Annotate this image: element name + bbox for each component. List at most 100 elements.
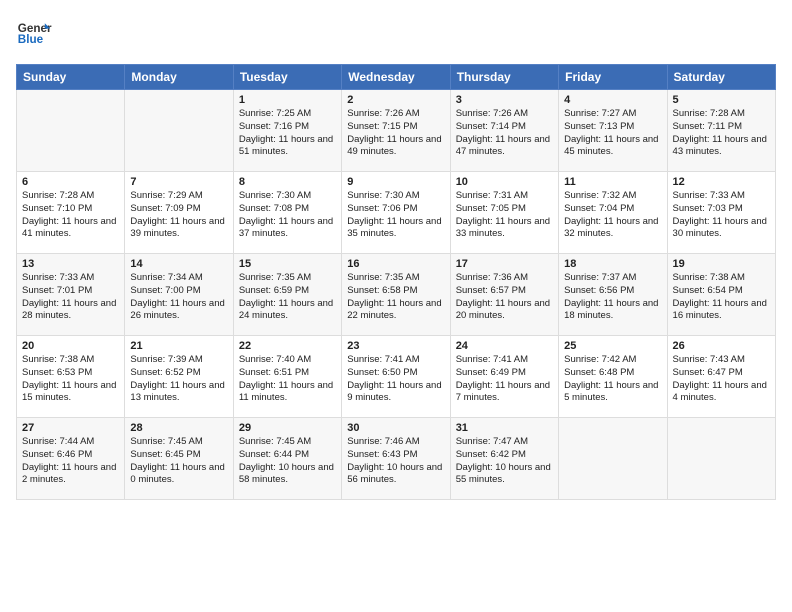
day-info: Sunrise: 7:29 AM Sunset: 7:09 PM Dayligh… xyxy=(130,190,227,241)
calendar-cell: 14Sunrise: 7:34 AM Sunset: 7:00 PM Dayli… xyxy=(125,254,233,336)
day-info: Sunrise: 7:33 AM Sunset: 7:01 PM Dayligh… xyxy=(22,272,119,323)
day-info: Sunrise: 7:39 AM Sunset: 6:52 PM Dayligh… xyxy=(130,354,227,405)
day-info: Sunrise: 7:35 AM Sunset: 6:59 PM Dayligh… xyxy=(239,272,336,323)
day-info: Sunrise: 7:26 AM Sunset: 7:15 PM Dayligh… xyxy=(347,108,444,159)
day-number: 17 xyxy=(456,258,553,270)
day-info: Sunrise: 7:31 AM Sunset: 7:05 PM Dayligh… xyxy=(456,190,553,241)
day-number: 28 xyxy=(130,422,227,434)
day-number: 4 xyxy=(564,94,661,106)
day-number: 19 xyxy=(673,258,770,270)
calendar-table: SundayMondayTuesdayWednesdayThursdayFrid… xyxy=(16,64,776,500)
day-info: Sunrise: 7:38 AM Sunset: 6:53 PM Dayligh… xyxy=(22,354,119,405)
calendar-cell xyxy=(17,90,125,172)
day-number: 21 xyxy=(130,340,227,352)
day-info: Sunrise: 7:35 AM Sunset: 6:58 PM Dayligh… xyxy=(347,272,444,323)
calendar-cell: 19 Sunrise: 7:38 AM Sunset: 6:54 PM Dayli… xyxy=(667,254,775,336)
day-number: 8 xyxy=(239,176,336,188)
day-number: 23 xyxy=(347,340,444,352)
day-info: Sunrise: 7:30 AM Sunset: 7:08 PM Dayligh… xyxy=(239,190,336,241)
calendar-week-row: 1 Sunrise: 7:25 AM Sunset: 7:16 PM Daylig… xyxy=(17,90,776,172)
calendar-cell: 13 Sunrise: 7:33 AM Sunset: 7:01 PM Dayli… xyxy=(17,254,125,336)
day-number: 15 xyxy=(239,258,336,270)
weekday-header: Saturday xyxy=(667,65,775,90)
calendar-cell: 6Sunrise: 7:28 AM Sunset: 7:10 PM Daylig… xyxy=(17,172,125,254)
day-number: 24 xyxy=(456,340,553,352)
day-number: 20 xyxy=(22,340,119,352)
calendar-cell: 3 Sunrise: 7:26 AM Sunset: 7:14 PM Daylig… xyxy=(450,90,558,172)
day-number: 2 xyxy=(347,94,444,106)
calendar-cell: 18 Sunrise: 7:37 AM Sunset: 6:56 PM Dayli… xyxy=(559,254,667,336)
calendar-cell: 26Sunrise: 7:43 AM Sunset: 6:47 PM Dayli… xyxy=(667,336,775,418)
calendar-week-row: 20 Sunrise: 7:38 AM Sunset: 6:53 PM Dayli… xyxy=(17,336,776,418)
day-number: 13 xyxy=(22,258,119,270)
day-number: 11 xyxy=(564,176,661,188)
day-info: Sunrise: 7:33 AM Sunset: 7:03 PM Dayligh… xyxy=(673,190,770,241)
day-number: 14 xyxy=(130,258,227,270)
calendar-cell: 27Sunrise: 7:44 AM Sunset: 6:46 PM Dayli… xyxy=(17,418,125,500)
day-number: 30 xyxy=(347,422,444,434)
day-number: 25 xyxy=(564,340,661,352)
day-info: Sunrise: 7:36 AM Sunset: 6:57 PM Dayligh… xyxy=(456,272,553,323)
weekday-header: Monday xyxy=(125,65,233,90)
weekday-header: Sunday xyxy=(17,65,125,90)
day-number: 31 xyxy=(456,422,553,434)
calendar-cell: 5Sunrise: 7:28 AM Sunset: 7:11 PM Daylig… xyxy=(667,90,775,172)
day-number: 1 xyxy=(239,94,336,106)
day-number: 26 xyxy=(673,340,770,352)
weekday-header: Thursday xyxy=(450,65,558,90)
calendar-cell: 1 Sunrise: 7:25 AM Sunset: 7:16 PM Daylig… xyxy=(233,90,341,172)
page-header: General Blue xyxy=(16,16,776,52)
logo-icon: General Blue xyxy=(16,16,52,52)
day-info: Sunrise: 7:41 AM Sunset: 6:49 PM Dayligh… xyxy=(456,354,553,405)
day-info: Sunrise: 7:37 AM Sunset: 6:56 PM Dayligh… xyxy=(564,272,661,323)
day-info: Sunrise: 7:25 AM Sunset: 7:16 PM Dayligh… xyxy=(239,108,336,159)
day-info: Sunrise: 7:45 AM Sunset: 6:44 PM Dayligh… xyxy=(239,436,336,487)
day-number: 7 xyxy=(130,176,227,188)
day-number: 9 xyxy=(347,176,444,188)
day-info: Sunrise: 7:42 AM Sunset: 6:48 PM Dayligh… xyxy=(564,354,661,405)
calendar-cell: 15 Sunrise: 7:35 AM Sunset: 6:59 PM Dayli… xyxy=(233,254,341,336)
calendar-cell: 4 Sunrise: 7:27 AM Sunset: 7:13 PM Daylig… xyxy=(559,90,667,172)
day-info: Sunrise: 7:47 AM Sunset: 6:42 PM Dayligh… xyxy=(456,436,553,487)
calendar-cell: 7 Sunrise: 7:29 AM Sunset: 7:09 PM Daylig… xyxy=(125,172,233,254)
calendar-cell: 31 Sunrise: 7:47 AM Sunset: 6:42 PM Dayli… xyxy=(450,418,558,500)
calendar-cell xyxy=(667,418,775,500)
day-number: 16 xyxy=(347,258,444,270)
weekday-header: Tuesday xyxy=(233,65,341,90)
calendar-cell: 24 Sunrise: 7:41 AM Sunset: 6:49 PM Dayli… xyxy=(450,336,558,418)
weekday-header-row: SundayMondayTuesdayWednesdayThursdayFrid… xyxy=(17,65,776,90)
calendar-cell: 8 Sunrise: 7:30 AM Sunset: 7:08 PM Daylig… xyxy=(233,172,341,254)
calendar-cell xyxy=(125,90,233,172)
day-info: Sunrise: 7:26 AM Sunset: 7:14 PM Dayligh… xyxy=(456,108,553,159)
calendar-cell: 29 Sunrise: 7:45 AM Sunset: 6:44 PM Dayli… xyxy=(233,418,341,500)
logo: General Blue xyxy=(16,16,52,52)
calendar-cell: 16 Sunrise: 7:35 AM Sunset: 6:58 PM Dayli… xyxy=(342,254,450,336)
calendar-cell: 21 Sunrise: 7:39 AM Sunset: 6:52 PM Dayli… xyxy=(125,336,233,418)
day-info: Sunrise: 7:27 AM Sunset: 7:13 PM Dayligh… xyxy=(564,108,661,159)
svg-text:Blue: Blue xyxy=(18,33,44,46)
day-info: Sunrise: 7:38 AM Sunset: 6:54 PM Dayligh… xyxy=(673,272,770,323)
day-info: Sunrise: 7:30 AM Sunset: 7:06 PM Dayligh… xyxy=(347,190,444,241)
calendar-cell: 17 Sunrise: 7:36 AM Sunset: 6:57 PM Dayli… xyxy=(450,254,558,336)
day-number: 10 xyxy=(456,176,553,188)
day-number: 3 xyxy=(456,94,553,106)
day-info: Sunrise: 7:32 AM Sunset: 7:04 PM Dayligh… xyxy=(564,190,661,241)
calendar-cell: 20 Sunrise: 7:38 AM Sunset: 6:53 PM Dayli… xyxy=(17,336,125,418)
calendar-cell: 30 Sunrise: 7:46 AM Sunset: 6:43 PM Dayli… xyxy=(342,418,450,500)
day-info: Sunrise: 7:40 AM Sunset: 6:51 PM Dayligh… xyxy=(239,354,336,405)
day-number: 5 xyxy=(673,94,770,106)
calendar-cell: 25 Sunrise: 7:42 AM Sunset: 6:48 PM Dayli… xyxy=(559,336,667,418)
calendar-week-row: 6Sunrise: 7:28 AM Sunset: 7:10 PM Daylig… xyxy=(17,172,776,254)
day-number: 6 xyxy=(22,176,119,188)
calendar-cell: 12Sunrise: 7:33 AM Sunset: 7:03 PM Dayli… xyxy=(667,172,775,254)
calendar-cell: 9 Sunrise: 7:30 AM Sunset: 7:06 PM Daylig… xyxy=(342,172,450,254)
day-number: 29 xyxy=(239,422,336,434)
calendar-cell xyxy=(559,418,667,500)
day-info: Sunrise: 7:46 AM Sunset: 6:43 PM Dayligh… xyxy=(347,436,444,487)
calendar-cell: 23Sunrise: 7:41 AM Sunset: 6:50 PM Dayli… xyxy=(342,336,450,418)
calendar-week-row: 27Sunrise: 7:44 AM Sunset: 6:46 PM Dayli… xyxy=(17,418,776,500)
calendar-cell: 2 Sunrise: 7:26 AM Sunset: 7:15 PM Daylig… xyxy=(342,90,450,172)
day-info: Sunrise: 7:45 AM Sunset: 6:45 PM Dayligh… xyxy=(130,436,227,487)
weekday-header: Wednesday xyxy=(342,65,450,90)
day-number: 18 xyxy=(564,258,661,270)
